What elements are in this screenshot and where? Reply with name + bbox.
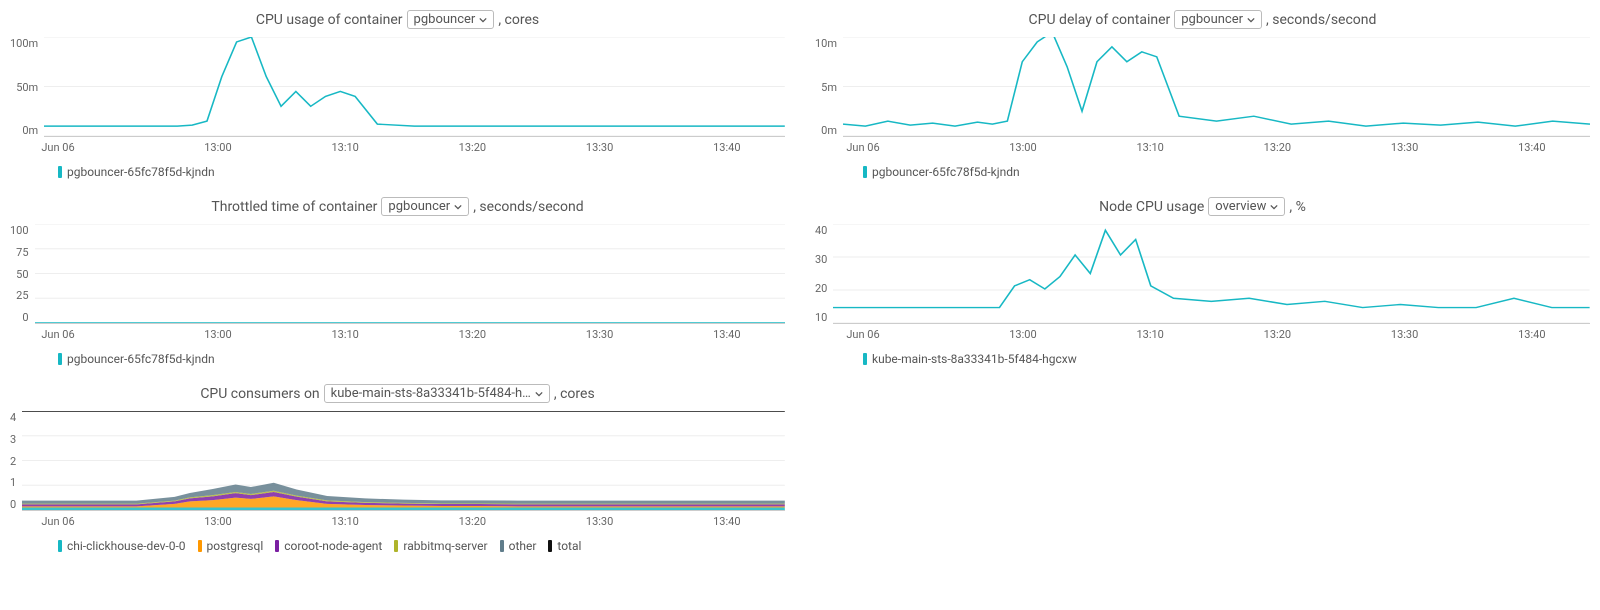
legend-label: postgresql [207, 539, 264, 553]
chart: 100m50m0m [10, 37, 785, 137]
legend-item[interactable]: pgbouncer-65fc78f5d-kjndn [863, 165, 1020, 179]
title-pre: CPU usage of container [256, 12, 403, 28]
panel-consumers: CPU consumers on kube-main-sts-8a33341b-… [10, 384, 785, 553]
title-pre: Node CPU usage [1099, 199, 1204, 215]
panel-title: CPU usage of container pgbouncer , cores [10, 10, 785, 29]
legend-item[interactable]: other [500, 539, 537, 553]
y-axis: 40302010 [815, 224, 833, 324]
dropdown-value: pgbouncer [414, 12, 476, 27]
container-dropdown[interactable]: pgbouncer [407, 10, 495, 29]
x-axis: Jun 0613:0013:1013:2013:3013:40 [10, 328, 785, 342]
legend-swatch [58, 166, 62, 178]
legend-item[interactable]: total [548, 539, 581, 553]
y-axis: 10m5m0m [815, 37, 843, 137]
title-post: , cores [498, 12, 539, 28]
title-pre: CPU delay of container [1029, 12, 1171, 28]
y-axis: 43210 [10, 411, 22, 511]
legend-item[interactable]: coroot-node-agent [275, 539, 382, 553]
legend: pgbouncer-65fc78f5d-kjndn [10, 165, 785, 179]
chevron-down-icon [454, 203, 462, 211]
legend-label: other [509, 539, 537, 553]
title-post: , seconds/second [1266, 12, 1376, 28]
plot-area[interactable] [833, 224, 1590, 324]
panel-node-cpu: Node CPU usage overview , % 40302010 Jun… [815, 197, 1590, 366]
panel-title: CPU consumers on kube-main-sts-8a33341b-… [10, 384, 785, 403]
dashboard-grid: CPU usage of container pgbouncer , cores… [10, 10, 1590, 553]
legend-swatch [198, 540, 202, 552]
node-dropdown[interactable]: kube-main-sts-8a33341b-5f484-h… [324, 384, 550, 403]
chevron-down-icon [479, 16, 487, 24]
panel-title: Node CPU usage overview , % [815, 197, 1590, 216]
legend-item[interactable]: kube-main-sts-8a33341b-5f484-hgcxw [863, 352, 1077, 366]
x-axis: Jun 0613:0013:1013:2013:3013:40 [815, 328, 1590, 342]
legend-swatch [863, 166, 867, 178]
legend-item[interactable]: chi-clickhouse-dev-0-0 [58, 539, 186, 553]
legend-swatch [275, 540, 279, 552]
legend-label: kube-main-sts-8a33341b-5f484-hgcxw [872, 352, 1077, 366]
legend-swatch [58, 353, 62, 365]
chart: 10m5m0m [815, 37, 1590, 137]
legend-swatch [58, 540, 62, 552]
legend-swatch [394, 540, 398, 552]
legend-label: pgbouncer-65fc78f5d-kjndn [67, 352, 215, 366]
x-axis: Jun 0613:0013:1013:2013:3013:40 [815, 141, 1590, 155]
dropdown-value: kube-main-sts-8a33341b-5f484-h… [331, 386, 531, 401]
dropdown-value: pgbouncer [388, 199, 450, 214]
title-post: , seconds/second [473, 199, 583, 215]
panel-title: Throttled time of container pgbouncer , … [10, 197, 785, 216]
panel-throttled: Throttled time of container pgbouncer , … [10, 197, 785, 366]
y-axis: 100m50m0m [10, 37, 44, 137]
title-post: , cores [554, 386, 595, 402]
container-dropdown[interactable]: pgbouncer [381, 197, 469, 216]
chart: 40302010 [815, 224, 1590, 324]
legend-label: pgbouncer-65fc78f5d-kjndn [872, 165, 1020, 179]
chevron-down-icon [535, 390, 543, 398]
dropdown-value: overview [1215, 199, 1266, 214]
legend: chi-clickhouse-dev-0-0 postgresql coroot-n… [10, 539, 785, 553]
chart: 43210 [10, 411, 785, 511]
legend: pgbouncer-65fc78f5d-kjndn [10, 352, 785, 366]
legend-item[interactable]: pgbouncer-65fc78f5d-kjndn [58, 165, 215, 179]
plot-area[interactable] [843, 37, 1590, 137]
legend-label: pgbouncer-65fc78f5d-kjndn [67, 165, 215, 179]
chevron-down-icon [1270, 203, 1278, 211]
chevron-down-icon [1247, 16, 1255, 24]
legend: kube-main-sts-8a33341b-5f484-hgcxw [815, 352, 1590, 366]
title-pre: CPU consumers on [200, 386, 319, 402]
legend-label: total [557, 539, 581, 553]
legend-swatch [863, 353, 867, 365]
plot-area[interactable] [35, 224, 785, 324]
container-dropdown[interactable]: pgbouncer [1174, 10, 1262, 29]
x-axis: Jun 0613:0013:1013:2013:3013:40 [10, 141, 785, 155]
legend-item[interactable]: rabbitmq-server [394, 539, 487, 553]
title-post: , % [1289, 199, 1305, 215]
panel-cpu-delay: CPU delay of container pgbouncer , secon… [815, 10, 1590, 179]
legend-label: rabbitmq-server [403, 539, 487, 553]
panel-cpu-usage: CPU usage of container pgbouncer , cores… [10, 10, 785, 179]
plot-area[interactable] [22, 411, 785, 511]
legend-swatch [500, 540, 504, 552]
title-pre: Throttled time of container [211, 199, 377, 215]
legend-label: chi-clickhouse-dev-0-0 [67, 539, 186, 553]
dropdown-value: pgbouncer [1181, 12, 1243, 27]
legend: pgbouncer-65fc78f5d-kjndn [815, 165, 1590, 179]
x-axis: Jun 0613:0013:1013:2013:3013:40 [10, 515, 785, 529]
legend-item[interactable]: postgresql [198, 539, 264, 553]
node-dropdown[interactable]: overview [1208, 197, 1285, 216]
panel-title: CPU delay of container pgbouncer , secon… [815, 10, 1590, 29]
legend-swatch [548, 540, 552, 552]
chart: 1007550250 [10, 224, 785, 324]
legend-label: coroot-node-agent [284, 539, 382, 553]
plot-area[interactable] [44, 37, 785, 137]
legend-item[interactable]: pgbouncer-65fc78f5d-kjndn [58, 352, 215, 366]
y-axis: 1007550250 [10, 224, 35, 324]
